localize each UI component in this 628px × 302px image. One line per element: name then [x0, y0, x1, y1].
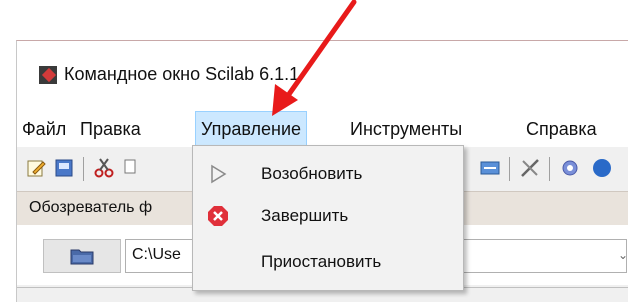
path-value: C:\Use — [132, 246, 181, 263]
menu-item-pause[interactable]: Приостановить — [193, 242, 463, 282]
new-script-icon[interactable] — [25, 157, 47, 179]
menu-control[interactable]: Управление — [195, 111, 308, 147]
copy-icon[interactable] — [121, 157, 143, 179]
module-manager-gear-icon[interactable] — [559, 157, 581, 179]
help-browser-icon[interactable] — [591, 157, 613, 179]
toolbar-separator — [549, 157, 550, 181]
open-file-icon[interactable] — [53, 157, 75, 179]
cut-icon[interactable] — [93, 157, 115, 179]
window-title: Командное окно Scilab 6.1.1 — [64, 64, 300, 84]
toolbar-separator — [509, 157, 510, 181]
file-browser-title: Обозреватель ф — [29, 199, 153, 216]
menu-item-label: Приостановить — [261, 252, 382, 271]
variable-browser-icon[interactable] — [479, 157, 501, 179]
stop-icon — [208, 206, 228, 226]
menu-tools[interactable]: Инструменты — [345, 111, 467, 147]
toolbar-separator — [83, 157, 84, 181]
preferences-tools-icon[interactable] — [519, 157, 541, 179]
control-menu-dropdown: Возобновить Завершить Приостановить — [192, 145, 464, 291]
menu-item-label: Завершить — [261, 206, 349, 225]
scilab-app-icon — [39, 66, 57, 84]
menu-item-resume[interactable]: Возобновить — [193, 154, 463, 194]
folder-icon — [70, 249, 94, 265]
browse-folder-button[interactable] — [43, 239, 121, 273]
menu-bar: Файл Правка Управление Инструменты Справ… — [17, 111, 628, 147]
chevron-down-icon[interactable]: ⌄ — [618, 248, 628, 262]
menu-item-label: Возобновить — [261, 164, 363, 183]
menu-edit[interactable]: Правка — [75, 111, 146, 147]
menu-file[interactable]: Файл — [17, 111, 71, 147]
menu-help[interactable]: Справка — [521, 111, 602, 147]
menu-item-abort[interactable]: Завершить — [193, 196, 463, 236]
title-bar: Командное окно Scilab 6.1.1 — [17, 41, 628, 111]
play-outline-icon — [211, 164, 227, 184]
